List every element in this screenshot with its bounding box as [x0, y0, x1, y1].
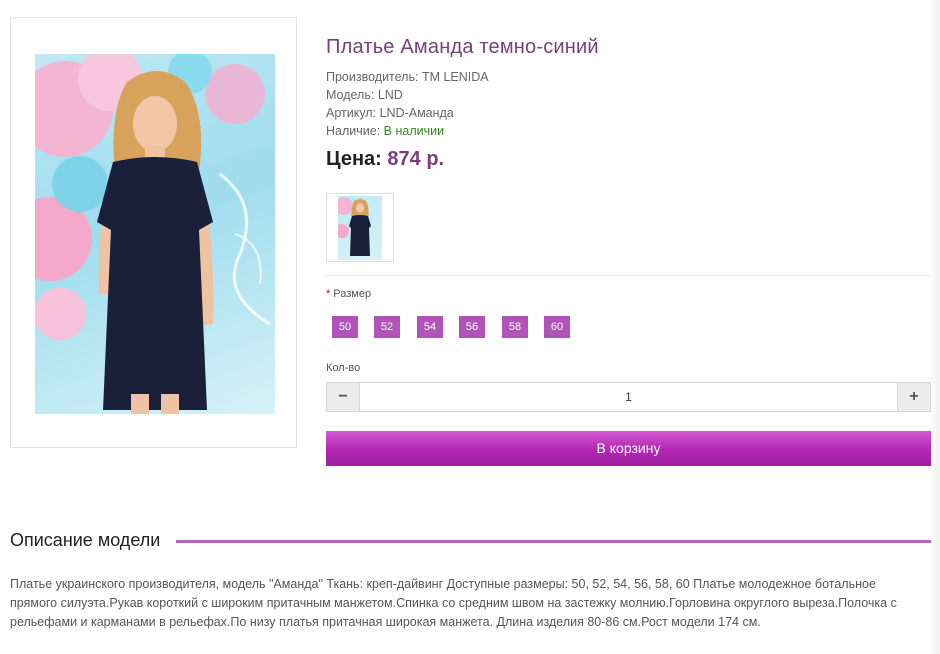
product-main-photo[interactable]: [35, 54, 275, 414]
size-option-54[interactable]: 54: [417, 316, 443, 338]
divider: [326, 275, 931, 276]
product-thumbnail[interactable]: [326, 193, 394, 262]
product-title: Платье Аманда темно-синий: [326, 36, 599, 58]
spec-availability: Наличие: В наличии: [326, 123, 444, 139]
spec-value: LND-Аманда: [379, 106, 454, 120]
spec-label: Производитель:: [326, 70, 419, 84]
spec-value: TM LENIDA: [421, 70, 489, 84]
price-label: Цена:: [326, 148, 382, 170]
spec-value: LND: [377, 88, 403, 102]
required-marker: *: [326, 288, 331, 300]
spec-label: Наличие:: [326, 124, 381, 138]
quantity-input[interactable]: 1: [359, 383, 898, 411]
description-divider: [176, 540, 931, 543]
thumbnail-photo: [338, 196, 382, 260]
quantity-label: Кол-во: [326, 362, 361, 374]
size-label-text: Размер: [333, 288, 372, 300]
spec-manufacturer: Производитель: TM LENIDA: [326, 69, 489, 85]
price: Цена: 874 р.: [326, 148, 444, 171]
spec-label: Артикул:: [326, 106, 377, 120]
page-edge-shadow: [928, 0, 940, 654]
size-option-60[interactable]: 60: [544, 316, 570, 338]
product-image-frame[interactable]: [10, 17, 297, 448]
spec-label: Модель:: [326, 88, 375, 102]
add-to-cart-button[interactable]: В корзину: [326, 431, 931, 466]
description-heading: Описание модели: [10, 530, 161, 550]
description-text: Платье украинского производителя, модель…: [10, 577, 897, 629]
quantity-increase-button[interactable]: +: [897, 383, 930, 411]
spec-sku: Артикул: LND-Аманда: [326, 105, 454, 121]
price-value: 874 р.: [387, 148, 445, 170]
spec-model: Модель: LND: [326, 87, 403, 103]
size-option-50[interactable]: 50: [332, 316, 358, 338]
size-option-56[interactable]: 56: [459, 316, 485, 338]
size-option-52[interactable]: 52: [374, 316, 400, 338]
quantity-decrease-button[interactable]: −: [327, 383, 360, 411]
availability-status: В наличии: [383, 124, 445, 138]
size-option-58[interactable]: 58: [502, 316, 528, 338]
quantity-stepper: − 1 +: [326, 382, 931, 412]
size-label: * Размер: [326, 288, 371, 300]
